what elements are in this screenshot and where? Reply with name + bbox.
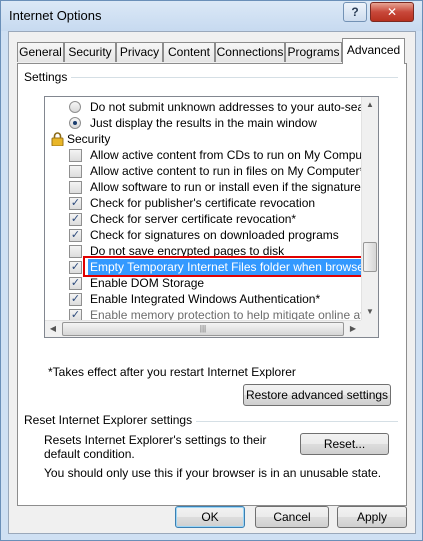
- tab-security[interactable]: Security: [64, 42, 116, 62]
- checkbox-checked[interactable]: ✓: [69, 277, 82, 290]
- tab-connections[interactable]: Connections: [215, 42, 285, 62]
- help-button[interactable]: ?: [343, 2, 367, 22]
- title-bar[interactable]: Internet Options ? ✕: [1, 1, 422, 31]
- reset-description: Resets Internet Explorer's settings to t…: [44, 433, 267, 461]
- settings-option-label: Empty Temporary Internet Files folder wh…: [88, 259, 378, 275]
- settings-option-label: Just display the results in the main win…: [90, 116, 317, 130]
- reset-button[interactable]: Reset...: [300, 433, 389, 455]
- settings-option[interactable]: Allow active content from CDs to run on …: [45, 147, 378, 163]
- settings-option[interactable]: Allow active content to run in files on …: [45, 163, 365, 179]
- checkbox-checked[interactable]: ✓: [69, 293, 82, 306]
- restore-advanced-settings-button[interactable]: Restore advanced settings: [243, 384, 391, 406]
- scroll-up-arrow-icon[interactable]: ▲: [362, 97, 378, 113]
- checkbox-unchecked[interactable]: [69, 245, 82, 258]
- dialog-client-area: General Security Privacy Content Connect…: [8, 31, 416, 534]
- settings-option[interactable]: Just display the results in the main win…: [45, 115, 365, 131]
- reset-warning: You should only use this if your browser…: [44, 466, 382, 480]
- scroll-corner: [361, 320, 378, 337]
- internet-options-dialog: Internet Options ? ✕ General Security Pr…: [0, 0, 423, 541]
- tab-general[interactable]: General: [17, 42, 64, 62]
- radio-unselected[interactable]: [69, 101, 81, 113]
- scroll-down-arrow-icon[interactable]: ▼: [362, 304, 378, 320]
- scroll-left-arrow-icon[interactable]: ◀: [45, 321, 61, 337]
- settings-option-label: Enable Integrated Windows Authentication…: [90, 292, 321, 306]
- settings-option-label: Do not submit unknown addresses to your …: [90, 100, 379, 114]
- settings-divider: [24, 77, 398, 78]
- checkbox-checked[interactable]: ✓: [69, 213, 82, 226]
- settings-option-label: Security: [67, 132, 111, 146]
- settings-option-label: Allow active content to run in files on …: [90, 164, 365, 178]
- settings-option[interactable]: ✓ Enable Integrated Windows Authenticatio…: [45, 291, 365, 307]
- scroll-right-arrow-icon[interactable]: ▶: [345, 321, 361, 337]
- radio-selected[interactable]: [69, 117, 81, 129]
- cancel-button[interactable]: Cancel: [255, 506, 329, 528]
- settings-option[interactable]: ✓ Check for signatures on downloaded prog…: [45, 227, 365, 243]
- tab-advanced[interactable]: Advanced: [342, 38, 405, 64]
- settings-category: Security: [45, 131, 365, 147]
- settings-horizontal-scrollbar[interactable]: ◀ ||| ▶: [45, 320, 361, 337]
- settings-option[interactable]: ✓ Empty Temporary Internet Files folder w…: [45, 259, 378, 275]
- checkbox-checked[interactable]: ✓: [69, 229, 82, 242]
- checkbox-unchecked[interactable]: [69, 181, 82, 194]
- checkbox-checked[interactable]: ✓: [69, 261, 82, 274]
- window-title: Internet Options: [9, 8, 102, 23]
- settings-option[interactable]: ✓ Check for publisher's certificate revoc…: [45, 195, 365, 211]
- settings-option-label: Check for signatures on downloaded progr…: [90, 228, 339, 242]
- advanced-tab-panel: Settings Do not submit unknown addresses…: [17, 63, 407, 506]
- checkbox-unchecked[interactable]: [69, 165, 82, 178]
- settings-option[interactable]: Do not save encrypted pages to disk: [45, 243, 365, 259]
- close-button[interactable]: ✕: [370, 2, 414, 22]
- tab-privacy[interactable]: Privacy: [116, 42, 163, 62]
- tab-programs[interactable]: Programs: [285, 42, 342, 62]
- settings-group-label: Settings: [24, 70, 72, 84]
- settings-option-label: Enable DOM Storage: [90, 276, 205, 290]
- settings-option-label: Check for publisher's certificate revoca…: [90, 196, 316, 210]
- settings-option-label: Allow software to run or install even if…: [90, 180, 379, 194]
- reset-group-label: Reset Internet Explorer settings: [24, 413, 197, 427]
- restart-note: *Takes effect after you restart Internet…: [48, 365, 296, 379]
- settings-option[interactable]: ✓ Check for server certificate revocation…: [45, 211, 365, 227]
- settings-option[interactable]: ✓ Enable DOM Storage: [45, 275, 365, 291]
- scroll-thumb[interactable]: [363, 242, 377, 272]
- lock-icon: [51, 132, 64, 146]
- settings-option-label: Allow active content from CDs to run on …: [90, 148, 379, 162]
- checkbox-checked[interactable]: ✓: [69, 197, 82, 210]
- settings-vertical-scrollbar[interactable]: ▲ ▼: [361, 97, 378, 320]
- horizontal-scroll-thumb[interactable]: |||: [62, 322, 344, 336]
- settings-option-label: Check for server certificate revocation*: [90, 212, 297, 226]
- settings-option[interactable]: Allow software to run or install even if…: [45, 179, 378, 195]
- settings-tree[interactable]: Do not submit unknown addresses to your …: [44, 96, 379, 338]
- tab-content[interactable]: Content: [163, 42, 215, 62]
- ok-button[interactable]: OK: [175, 506, 245, 528]
- apply-button[interactable]: Apply: [337, 506, 407, 528]
- checkbox-unchecked[interactable]: [69, 149, 82, 162]
- settings-option-label: Do not save encrypted pages to disk: [90, 244, 285, 258]
- settings-option[interactable]: Do not submit unknown addresses to your …: [45, 99, 378, 115]
